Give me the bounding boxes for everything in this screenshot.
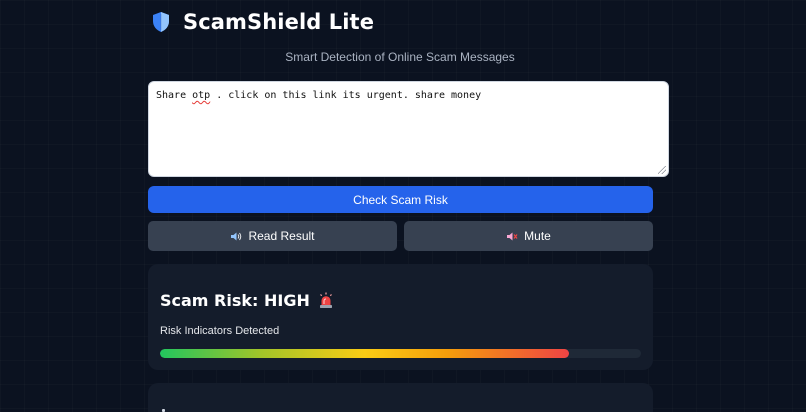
flagged-word: otp [192,90,211,101]
muted-speaker-icon [506,231,518,242]
check-scam-risk-button[interactable]: Check Scam Risk [148,186,653,213]
siren-icon [319,292,332,308]
risk-heading: Scam Risk: HIGH [160,291,334,310]
result-card: Scam Risk: HIGH Risk Indicators Detected [148,264,653,370]
app-subtitle: Smart Detection of Online Scam Messages [285,50,515,64]
check-scam-risk-label: Check Scam Risk [353,192,448,207]
speaker-icon [230,231,242,242]
app-title: ScamShield Lite [183,10,375,34]
resize-handle[interactable] [658,166,666,174]
shield-icon [153,12,169,32]
risk-level-text: Scam Risk: HIGH [160,291,310,310]
message-input[interactable]: Share otp . click on this link its urgen… [148,81,669,177]
mute-button[interactable]: Mute [404,221,653,251]
mute-label: Mute [524,229,551,243]
risk-progress-bar [160,349,641,358]
app-header: ScamShield Lite [151,8,374,36]
read-result-label: Read Result [248,229,315,243]
details-card [148,383,653,412]
message-text-start: Share [156,90,193,101]
read-result-button[interactable]: Read Result [148,221,397,251]
message-text-rest: . click on this link its urgent. share m… [210,90,482,101]
indicators-label: Risk Indicators Detected [160,325,280,337]
risk-progress-fill [160,349,569,358]
